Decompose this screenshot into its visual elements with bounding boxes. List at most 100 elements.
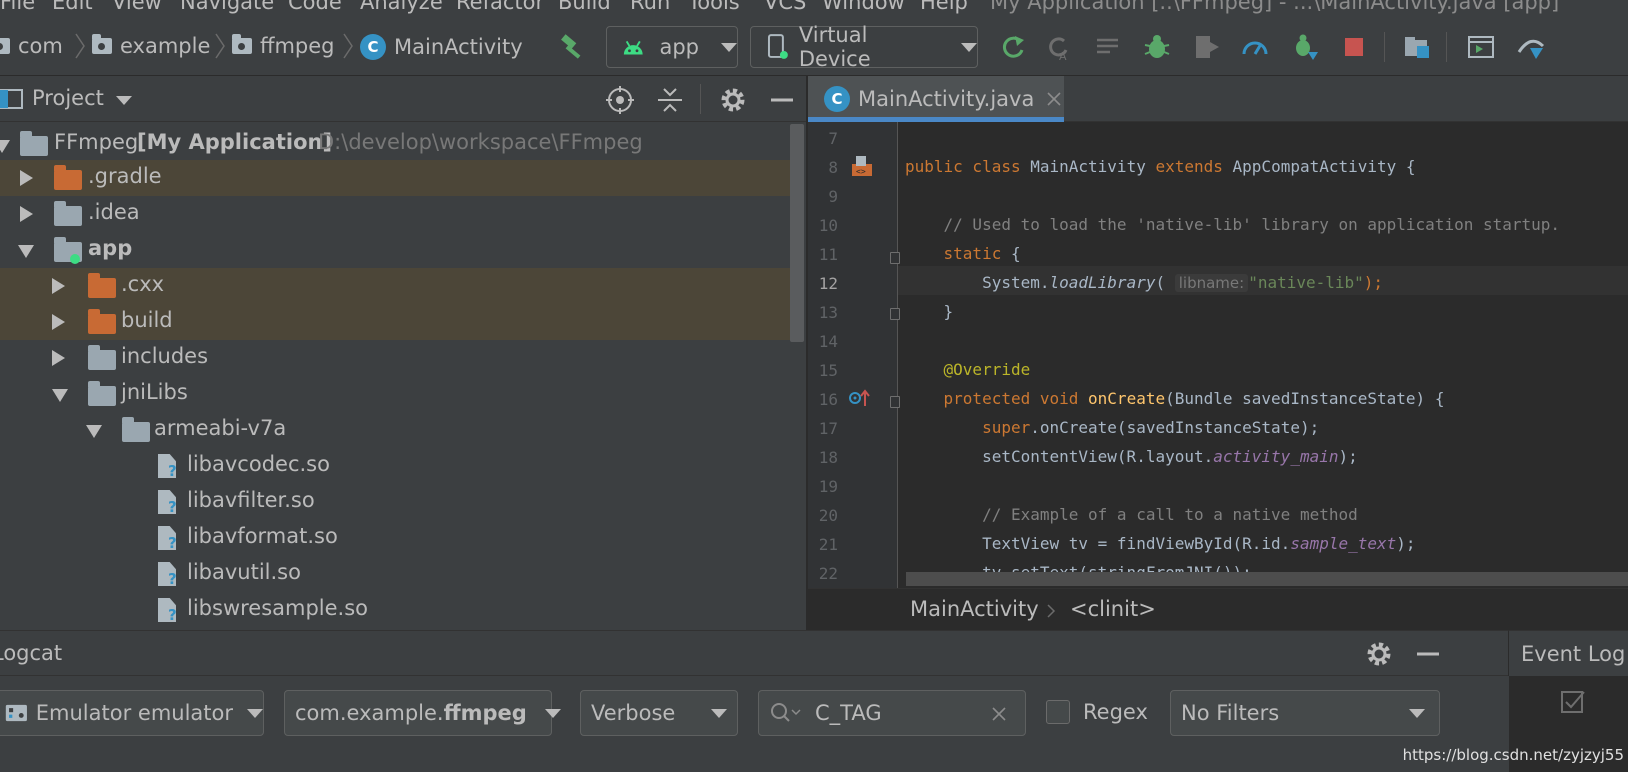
window-title: My Application [..\FFmpeg] - ...\MainAct… [990, 0, 1560, 14]
folder-icon [122, 417, 150, 442]
tree-item-gradle[interactable]: .gradle [0, 160, 790, 196]
regex-checkbox[interactable] [1046, 700, 1070, 724]
device-selector-dropdown[interactable]: Virtual Device [750, 23, 978, 71]
editor-horizontal-scrollbar[interactable] [906, 572, 1628, 586]
excluded-folder-icon [88, 273, 116, 298]
module-folder-icon [20, 131, 48, 156]
sdk-manager-icon[interactable] [1514, 30, 1548, 64]
collapsed-arrow-icon[interactable] [52, 314, 65, 330]
menu-navigate[interactable]: Navigate [180, 0, 274, 14]
collapsed-arrow-icon[interactable] [20, 206, 33, 222]
collapsed-arrow-icon[interactable] [52, 350, 65, 366]
breadcrumb-ffmpeg[interactable]: ffmpeg [232, 34, 335, 58]
folder-icon [88, 381, 116, 406]
tab-mainactivity-java[interactable]: C MainActivity.java [808, 76, 1064, 122]
tree-item-libavfilter[interactable]: ? libavfilter.so [0, 484, 790, 520]
gear-icon[interactable] [718, 85, 748, 115]
tree-item-armeabi-v7a[interactable]: armeabi-v7a [0, 412, 790, 448]
chevron-right-icon [215, 33, 225, 59]
stop-icon[interactable] [1337, 30, 1371, 64]
breadcrumb-method[interactable]: <clinit> [1070, 597, 1156, 621]
tree-item-libavformat[interactable]: ? libavformat.so [0, 520, 790, 556]
fold-marker-icon[interactable] [890, 308, 900, 320]
clear-search-icon[interactable] [991, 706, 1007, 722]
attach-debugger-icon[interactable] [1288, 30, 1322, 64]
code-line-comment: // Example of a call to a native method [905, 505, 1358, 524]
project-view-selector[interactable]: Project [32, 86, 104, 110]
logcat-device-dropdown[interactable]: Emulator emulator [0, 690, 264, 736]
apply-changes-restart-icon[interactable] [996, 30, 1030, 64]
logcat-search-input[interactable]: C_TAG [758, 690, 1026, 736]
chevron-right-icon [1047, 604, 1056, 618]
menu-code[interactable]: Code [288, 0, 342, 14]
debug-bug-icon[interactable] [1140, 30, 1174, 64]
menu-help[interactable]: Help [920, 0, 968, 14]
profile-icon [1190, 30, 1224, 64]
mark-all-read-icon[interactable] [1559, 688, 1587, 716]
project-tree-scrollbar[interactable] [790, 124, 804, 342]
menu-build[interactable]: Build [558, 0, 611, 14]
hide-minimize-icon[interactable] [1414, 640, 1442, 668]
menu-vcs[interactable]: VCS [764, 0, 806, 14]
code-line-annotation: @Override [905, 360, 1031, 379]
tree-item-ffmpeg-root[interactable]: FFmpeg [My Application] D:\develop\works… [0, 126, 790, 162]
expanded-arrow-icon[interactable] [18, 245, 34, 258]
tree-item-jnilibs[interactable]: jniLibs [0, 376, 790, 412]
gear-icon[interactable] [1364, 639, 1394, 669]
profiler-gauge-icon[interactable] [1238, 30, 1272, 64]
select-opened-file-target-icon[interactable] [606, 86, 634, 114]
tree-item-cxx[interactable]: .cxx [0, 268, 790, 304]
menu-tools[interactable]: Tools [688, 0, 740, 14]
logcat-level-dropdown[interactable]: Verbose [580, 690, 738, 736]
breadcrumb-com[interactable]: com [0, 34, 63, 58]
chevron-right-icon [343, 33, 353, 59]
run-configuration-dropdown[interactable]: app [606, 26, 738, 68]
fold-marker-icon[interactable] [890, 396, 900, 408]
collapsed-arrow-icon[interactable] [20, 170, 33, 186]
code-line: public class MainActivity extends AppCom… [905, 157, 1416, 176]
terminal-window-icon[interactable] [1464, 30, 1498, 64]
logcat-filter-dropdown[interactable]: No Filters [1170, 690, 1440, 736]
excluded-folder-icon [88, 309, 116, 334]
menu-analyze[interactable]: Analyze [360, 0, 443, 14]
chevron-down-icon [544, 708, 561, 718]
menu-run[interactable]: Run [630, 0, 670, 14]
collapsed-arrow-icon[interactable] [52, 278, 65, 294]
fold-marker-icon[interactable] [890, 252, 900, 264]
chevron-down-icon[interactable] [116, 96, 132, 105]
code-editor[interactable]: 7 8 9 10 11 12 13 14 15 16 17 18 19 20 2… [808, 122, 1628, 588]
menu-edit[interactable]: Edit [52, 0, 93, 14]
breadcrumb-example[interactable]: example [92, 34, 210, 58]
device-manager-icon[interactable] [1400, 30, 1434, 64]
layout-xml-related-icon[interactable]: <> [850, 154, 874, 178]
project-tree: FFmpeg [My Application] D:\develop\works… [0, 122, 806, 630]
expanded-arrow-icon[interactable] [0, 140, 10, 153]
close-icon[interactable] [1046, 91, 1062, 107]
menu-window[interactable]: Window [822, 0, 905, 14]
hide-minimize-icon[interactable] [768, 86, 796, 114]
tree-item-libavcodec[interactable]: ? libavcodec.so [0, 448, 790, 484]
logcat-process-dropdown[interactable]: com.example. ffmpeg [284, 690, 561, 736]
line-number: 21 [818, 535, 838, 554]
override-method-icon[interactable] [848, 388, 872, 408]
tree-item-app[interactable]: app [0, 232, 790, 268]
menu-view[interactable]: View [112, 0, 162, 14]
tree-item-idea[interactable]: .idea [0, 196, 790, 232]
menu-file[interactable]: File [0, 0, 35, 14]
breadcrumb-mainactivity[interactable]: C MainActivity [360, 34, 523, 60]
parameter-hint: libname: [1174, 274, 1249, 292]
code-line: protected void onCreate(Bundle savedInst… [905, 389, 1445, 408]
menu-refactor[interactable]: Refactor [456, 0, 544, 14]
make-project-hammer-icon[interactable] [556, 30, 590, 64]
expanded-arrow-icon[interactable] [52, 389, 68, 402]
toolbar-separator [1446, 32, 1447, 62]
expanded-arrow-icon[interactable] [86, 425, 102, 438]
toolbar-separator [1384, 32, 1385, 62]
tree-item-libswresample[interactable]: ? libswresample.so [0, 592, 790, 628]
tree-item-includes[interactable]: includes [0, 340, 790, 376]
tree-item-build[interactable]: build [0, 304, 790, 340]
collapse-all-icon[interactable] [656, 86, 684, 114]
breadcrumb-class[interactable]: MainActivity [910, 597, 1039, 621]
event-log-tab[interactable]: Event Log [1508, 630, 1628, 676]
tree-item-libavutil[interactable]: ? libavutil.so [0, 556, 790, 592]
